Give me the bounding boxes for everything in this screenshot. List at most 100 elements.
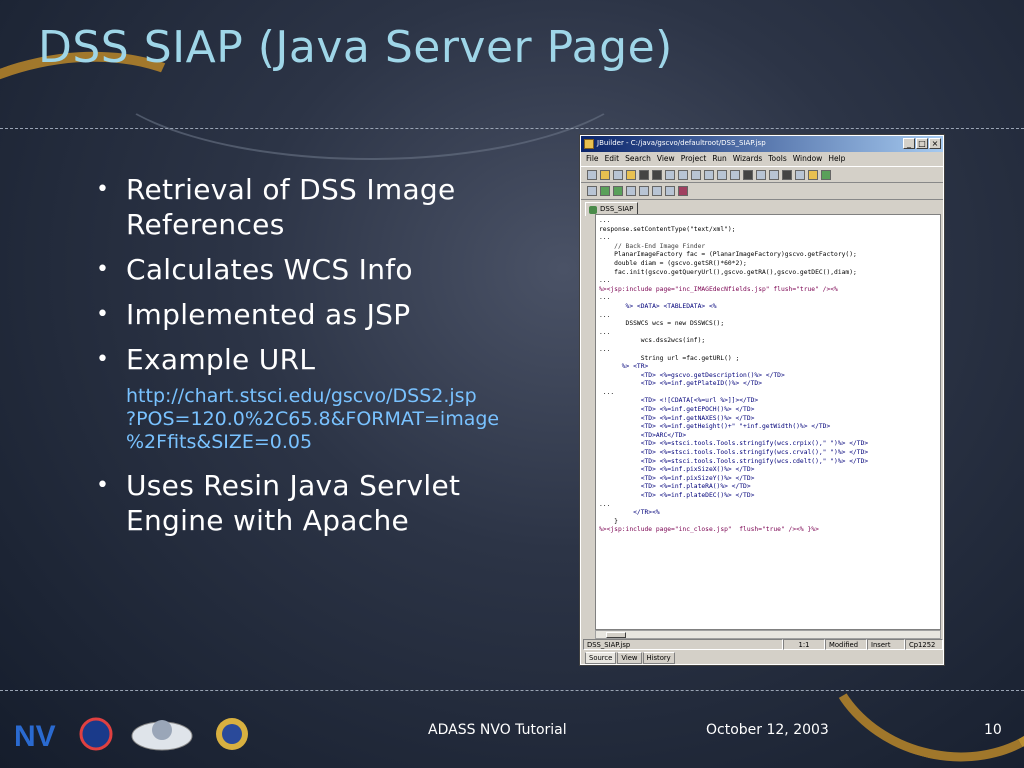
code-line: double diam = (gscvo.getSR()*60*2);: [599, 259, 747, 267]
menu-file[interactable]: File: [586, 154, 599, 164]
jbuilder-app-icon: [584, 139, 594, 149]
code-line: <TD> <%=stsci.tools.Tools.stringify(wcs.…: [599, 440, 869, 448]
code-line: %> <DATA> <TABLEDATA> <%: [599, 302, 717, 310]
menu-bar: File Edit Search View Project Run Wizard…: [581, 152, 943, 166]
paste-icon[interactable]: [717, 170, 727, 180]
open-folder-icon[interactable]: [600, 170, 610, 180]
code-line: <TD> <![CDATA[<%=url %>]]></TD>: [599, 397, 759, 405]
code-line: <TD> <%=inf.getHeight()+" "+inf.getWidth…: [599, 423, 831, 431]
maximize-button[interactable]: □: [916, 138, 928, 149]
browse-classes-icon[interactable]: [808, 170, 818, 180]
code-line: ...: [599, 311, 611, 319]
debug-icon[interactable]: [613, 186, 623, 196]
menu-edit[interactable]: Edit: [605, 154, 620, 164]
code-line: <TD> <%=inf.getNAXES()%> </TD>: [599, 414, 755, 422]
bullet-item: • Implemented as JSP: [96, 298, 411, 331]
find-next-icon[interactable]: [756, 170, 766, 180]
logo-strip: NV: [14, 712, 254, 758]
code-line: ...: [599, 277, 611, 285]
project-properties-icon[interactable]: [626, 186, 636, 196]
code-line: PlanarImageFactory fac = (PlanarImageFac…: [599, 251, 857, 259]
nsf-logo: [216, 718, 248, 750]
code-line: fac.init(gscvo.getQueryUrl(),gscvo.getRA…: [599, 268, 857, 276]
code-line: response.setContentType("text/xml");: [599, 225, 736, 233]
code-line: ...: [599, 217, 611, 224]
find-icon[interactable]: [743, 170, 753, 180]
code-line: %> <TR>: [599, 363, 649, 371]
menu-tools[interactable]: Tools: [768, 154, 786, 164]
cut-icon[interactable]: [730, 170, 740, 180]
search-path-icon[interactable]: [782, 170, 792, 180]
slide-title: DSS SIAP (Java Server Page): [38, 22, 673, 73]
bullet-item: • Example URL: [96, 343, 316, 376]
menu-window[interactable]: Window: [793, 154, 823, 164]
main-toolbar: [581, 166, 943, 183]
code-line: %><jsp:include page="inc_close.jsp" flus…: [599, 526, 819, 534]
code-line: <TD> <%=inf.plateDEC()%> </TD>: [599, 492, 755, 499]
tab-view[interactable]: View: [617, 652, 642, 664]
menu-help[interactable]: Help: [828, 154, 845, 164]
code-line: ...: [599, 345, 611, 353]
forward-arrow-icon[interactable]: [665, 186, 675, 196]
goto-line-icon[interactable]: [795, 170, 805, 180]
code-line: <TD> <%=inf.pixSizeX()%> </TD>: [599, 466, 755, 474]
code-line: ...: [599, 388, 615, 396]
back-arrow-icon[interactable]: [652, 186, 662, 196]
title-divider: [0, 128, 1024, 129]
scrollbar-thumb[interactable]: [606, 632, 626, 638]
code-line: // Back-End Image Finder: [599, 242, 706, 250]
menu-search[interactable]: Search: [625, 154, 651, 164]
make-icon[interactable]: [587, 186, 597, 196]
svg-text:NV: NV: [14, 720, 56, 753]
horizontal-scrollbar[interactable]: [595, 630, 941, 639]
example-url-link[interactable]: http://chart.stsci.edu/gscvo/DSS2.jsp ?P…: [96, 385, 566, 454]
menu-project[interactable]: Project: [681, 154, 707, 164]
close-project-icon[interactable]: [626, 170, 636, 180]
run-icon[interactable]: [600, 186, 610, 196]
jsp-file-icon: [589, 206, 597, 214]
code-line: %><jsp:include page="inc_IMAGEdecNfields…: [599, 285, 838, 293]
undo-icon[interactable]: [678, 170, 688, 180]
status-modified: Modified: [825, 639, 867, 650]
page-number: 10: [984, 722, 1002, 738]
replace-icon[interactable]: [769, 170, 779, 180]
new-file-icon[interactable]: [587, 170, 597, 180]
code-line: ...: [599, 234, 611, 242]
bullet-item: • Retrieval of DSS Image References: [96, 173, 456, 241]
jbuilder-window: JBuilder - C:/java/gscvo/defaultroot/DSS…: [580, 135, 944, 665]
reopen-icon[interactable]: [613, 170, 623, 180]
secondary-toolbar: [581, 183, 943, 200]
close-button[interactable]: ×: [929, 138, 941, 149]
save-icon[interactable]: [639, 170, 649, 180]
code-line: ...: [599, 328, 611, 336]
code-line: <TD> <%=inf.pixSizeY()%> </TD>: [599, 474, 755, 482]
minimize-button[interactable]: _: [903, 138, 915, 149]
status-mode: Insert: [867, 639, 905, 650]
save-all-icon[interactable]: [652, 170, 662, 180]
menu-view[interactable]: View: [657, 154, 675, 164]
code-editor[interactable]: ... response.setContentType("text/xml");.…: [595, 214, 941, 630]
window-titlebar: JBuilder - C:/java/gscvo/defaultroot/DSS…: [581, 136, 943, 152]
copy-icon[interactable]: [704, 170, 714, 180]
tab-history[interactable]: History: [642, 652, 675, 664]
bullet-list: • Retrieval of DSS Image References • Calc…: [96, 172, 566, 548]
code-line: <TD> <%=stsci.tools.Tools.stringify(wcs.…: [599, 457, 869, 465]
help-topics-icon[interactable]: [821, 170, 831, 180]
menu-wizards[interactable]: Wizards: [733, 154, 763, 164]
print-icon[interactable]: [665, 170, 675, 180]
bullet-item: • Uses Resin Java Servlet Engine with Apa…: [96, 469, 461, 537]
ivoa-logo: [131, 720, 193, 751]
code-line: ...: [599, 294, 611, 302]
nvo-logo: NV: [14, 717, 113, 753]
tab-source[interactable]: Source: [585, 652, 617, 664]
footer-date: October 12, 2003: [706, 722, 829, 738]
code-line: </TR><%: [599, 509, 660, 517]
status-bar: DSS_SIAP.jsp 1:1 Modified Insert Cp1252: [583, 639, 943, 650]
code-line: }: [599, 517, 618, 525]
add-files-icon[interactable]: [639, 186, 649, 196]
code-line: String url =fac.getURL() ;: [599, 354, 740, 362]
redo-icon[interactable]: [691, 170, 701, 180]
menu-run[interactable]: Run: [712, 154, 726, 164]
code-line: <TD>ARC</TD>: [599, 431, 687, 439]
bookmark-icon[interactable]: [678, 186, 688, 196]
